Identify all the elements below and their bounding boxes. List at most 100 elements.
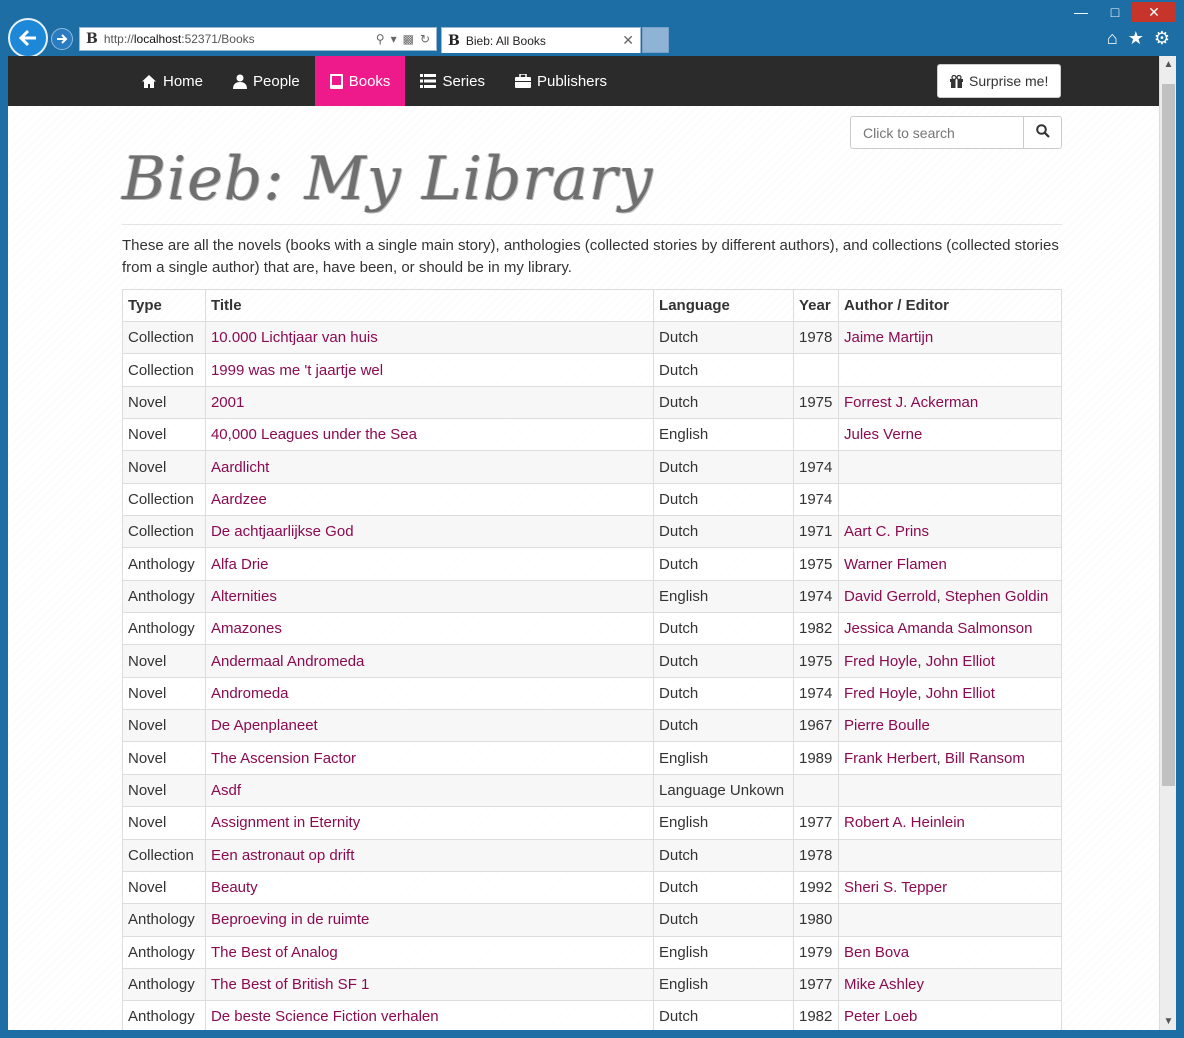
cell-title-link[interactable]: Andermaal Andromeda [211,653,364,670]
author-link[interactable]: Fred Hoyle [844,653,917,670]
refresh-icon[interactable]: ↻ [420,32,430,46]
nav-books[interactable]: Books [314,56,406,106]
cell-year: 1980 [793,903,839,937]
author-link[interactable]: David Gerrold [844,588,937,605]
author-link[interactable]: Aart C. Prins [844,523,929,540]
cell-title-link[interactable]: Amazones [211,620,282,637]
cell-author: Forrest J. Ackerman [837,385,1063,420]
search-input[interactable] [850,116,1023,149]
author-link[interactable]: Sheri S. Tepper [844,879,947,896]
forward-button[interactable] [51,28,73,50]
cell-title-link[interactable]: Beauty [211,879,258,896]
cell-title-link[interactable]: De Apenplaneet [211,717,318,734]
scroll-down-icon[interactable]: ▼ [1160,1013,1176,1030]
cell-year: 1977 [793,806,839,840]
table-row: Anthology De beste Science Fiction verhal… [122,1000,1063,1030]
cell-type: Collection [122,515,206,549]
home-icon[interactable]: ⌂ [1107,28,1118,49]
new-tab-button[interactable] [642,27,669,53]
author-link[interactable]: Bill Ransom [945,750,1025,767]
author-link[interactable]: Fred Hoyle [844,685,917,702]
cell-type: Anthology [122,903,206,937]
cell-language: Dutch [653,353,794,387]
author-link[interactable]: Pierre Boulle [844,717,930,734]
header-title: Title [204,289,655,322]
surprise-me-button[interactable]: Surprise me! [937,64,1062,98]
author-link[interactable]: John Elliot [926,685,995,702]
cell-year: 1979 [793,935,839,969]
cell-title-link[interactable]: Alfa Drie [211,556,269,573]
header-author: Author / Editor [837,289,1063,322]
search-button[interactable] [1023,116,1062,149]
nav-home[interactable]: Home [126,56,218,106]
author-link[interactable]: Stephen Goldin [945,588,1048,605]
author-link[interactable]: Mike Ashley [844,976,924,993]
cell-title-link[interactable]: Assignment in Eternity [211,814,360,831]
author-link[interactable]: John Elliot [926,653,995,670]
cell-title-link[interactable]: De achtjaarlijkse God [211,523,354,540]
cell-title-link[interactable]: Andromeda [211,685,289,702]
cell-title-link[interactable]: Aardzee [211,491,267,508]
cell-title-link[interactable]: 10.000 Lichtjaar van huis [211,329,378,346]
table-row: Novel Beauty Dutch 1992 Sheri S. Tepper [122,870,1063,905]
close-window-button[interactable]: ✕ [1132,2,1176,22]
cell-author: Aart C. Prins [837,515,1063,549]
author-link[interactable]: Forrest J. Ackerman [844,394,978,411]
minimize-button[interactable]: — [1064,2,1098,22]
author-link[interactable]: Warner Flamen [844,556,947,573]
settings-gear-icon[interactable]: ⚙ [1154,28,1170,49]
maximize-button[interactable]: □ [1098,2,1132,22]
cell-language: Dutch [653,644,794,678]
cell-title-link[interactable]: Beproeving in de ruimte [211,911,369,928]
cell-author: Warner Flamen [837,547,1063,581]
cell-language: English [653,418,794,452]
cell-title: 10.000 Lichtjaar van huis [204,320,655,355]
cell-title-link[interactable]: 40,000 Leagues under the Sea [211,426,417,443]
author-link[interactable]: Ben Bova [844,944,909,961]
cell-title-link[interactable]: De beste Science Fiction verhalen [211,1008,439,1025]
cell-author: Jessica Amanda Salmonson [837,612,1063,646]
page-viewport: Home People Books Series Publishers Surp… [8,56,1176,1030]
favorites-star-icon[interactable]: ★ [1128,28,1144,49]
author-link[interactable]: Jessica Amanda Salmonson [844,620,1032,637]
cell-title-link[interactable]: The Best of British SF 1 [211,976,369,993]
list-icon [420,74,437,88]
dropdown-icon[interactable]: ▾ [391,32,397,46]
cell-author: Sheri S. Tepper [837,870,1063,905]
nav-people[interactable]: People [218,56,315,106]
table-row: Collection 10.000 Lichtjaar van huis Dutch… [122,320,1063,355]
cell-author: Fred Hoyle, John Elliot [837,676,1063,711]
cell-title-link[interactable]: 1999 was me 't jaartje wel [211,362,383,379]
cell-title-link[interactable]: Asdf [211,782,241,799]
tab-close-icon[interactable]: ✕ [622,32,634,49]
cell-title-link[interactable]: Alternities [211,588,277,605]
books-table: Type Title Language Year Author / Editor… [122,289,1063,1030]
author-link[interactable]: Frank Herbert [844,750,937,767]
cell-title-link[interactable]: 2001 [211,394,244,411]
cell-author [837,353,1063,387]
cell-type: Novel [122,806,206,840]
cell-title-link[interactable]: The Ascension Factor [211,750,356,767]
cell-author: Jaime Martijn [837,320,1063,355]
vertical-scrollbar[interactable]: ▲ ▼ [1159,56,1176,1030]
address-bar[interactable]: B http://localhost:52371/Books ⚲ ▾ ▩ ↻ [79,27,437,51]
table-row: Novel The Ascension Factor English 1989 Fran… [122,741,1063,775]
compat-view-icon[interactable]: ▩ [403,32,414,46]
nav-series[interactable]: Series [405,56,500,106]
cell-language: Dutch [653,612,794,646]
author-link[interactable]: Jaime Martijn [844,329,933,346]
cell-title-link[interactable]: Aardlicht [211,459,269,476]
author-link[interactable]: Robert A. Heinlein [844,814,965,831]
cell-title-link[interactable]: The Best of Analog [211,944,338,961]
author-link[interactable]: Jules Verne [844,426,922,443]
scroll-up-icon[interactable]: ▲ [1160,56,1176,73]
scroll-thumb[interactable] [1162,84,1175,786]
nav-publishers[interactable]: Publishers [500,56,622,106]
author-link[interactable]: Peter Loeb [844,1008,917,1025]
cell-title-link[interactable]: Een astronaut op drift [211,847,354,864]
back-button[interactable] [8,18,48,58]
tab-active[interactable]: B Bieb: All Books ✕ [441,27,641,53]
cell-type: Collection [122,482,206,517]
cell-title: Assignment in Eternity [204,806,655,840]
search-icon[interactable]: ⚲ [376,32,385,46]
